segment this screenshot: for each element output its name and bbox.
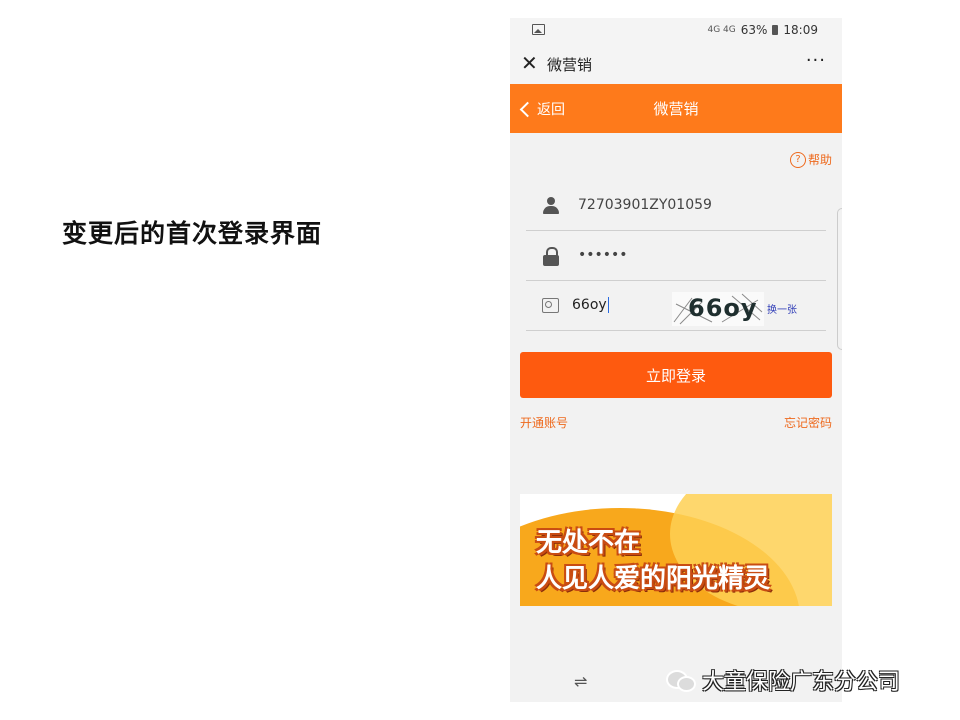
banner-headline: 无处不在	[536, 528, 641, 558]
captcha-field[interactable]: 66oy 66oy 换一张	[526, 282, 826, 331]
more-menu-icon[interactable]: ···	[806, 50, 826, 71]
captcha-input[interactable]: 66oy	[572, 297, 609, 313]
password-field[interactable]: ••••••	[526, 232, 826, 281]
login-button[interactable]: 立即登录	[520, 352, 832, 398]
help-label: 帮助	[807, 153, 832, 167]
watermark: 大童保险广东分公司	[666, 664, 900, 696]
back-gesture-icon[interactable]: ⇌	[574, 672, 587, 691]
password-input[interactable]: ••••••	[578, 247, 628, 263]
battery-level: 63%	[740, 23, 768, 37]
question-circle-icon: ?	[789, 151, 806, 168]
scroll-indicator	[837, 208, 842, 350]
phone-screen: 4G 4G 63% 18:09 ✕ 微营销 ··· 返回 微营销 ? 帮助 72…	[510, 18, 842, 702]
register-link[interactable]: 开通账号	[520, 414, 568, 431]
wechat-top-bar: ✕ 微营销 ···	[510, 44, 842, 84]
close-icon[interactable]: ✕	[521, 51, 538, 75]
text-cursor	[607, 297, 609, 313]
slide-caption: 变更后的首次登录界面	[62, 219, 323, 248]
forgot-password-link[interactable]: 忘记密码	[784, 414, 832, 431]
wechat-logo-icon	[666, 668, 696, 692]
lock-icon	[542, 247, 560, 266]
gallery-notification-icon	[532, 24, 545, 35]
watermark-text: 大童保险广东分公司	[702, 670, 901, 695]
username-input[interactable]: 72703901ZY01059	[578, 197, 712, 213]
refresh-captcha-link[interactable]: 换一张	[767, 301, 797, 316]
captcha-image[interactable]: 66oy	[672, 292, 764, 326]
banner-subline: 人见人爱的阳光精灵	[536, 564, 771, 594]
id-card-icon	[542, 298, 559, 313]
promo-banner[interactable]: 无处不在 人见人爱的阳光精灵	[520, 494, 832, 606]
page-title: 微营销	[653, 100, 699, 118]
status-bar: 4G 4G 63% 18:09	[510, 18, 842, 44]
clock: 18:09	[783, 23, 818, 37]
user-icon	[542, 197, 560, 215]
signal-icon: 4G 4G	[707, 25, 736, 35]
username-field[interactable]: 72703901ZY01059	[526, 182, 826, 231]
captcha-text: 66oy	[688, 294, 758, 322]
help-link[interactable]: ? 帮助	[789, 151, 832, 168]
wechat-title: 微营销	[547, 56, 593, 74]
battery-icon	[772, 25, 779, 35]
app-header: 返回 微营销	[510, 84, 842, 133]
